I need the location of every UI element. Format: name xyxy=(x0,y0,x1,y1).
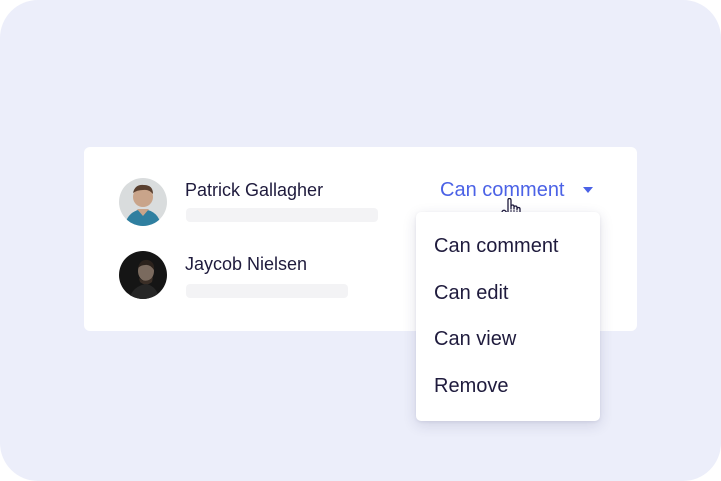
user-name: Jaycob Nielsen xyxy=(185,254,308,274)
user-name: Patrick Gallagher xyxy=(185,180,324,200)
menu-item-can-edit[interactable]: Can edit xyxy=(434,281,509,305)
avatar-jaycob xyxy=(119,251,167,299)
permission-menu: Can comment Can edit Can view Remove xyxy=(416,212,600,421)
menu-item-remove[interactable]: Remove xyxy=(434,374,508,398)
placeholder-bar xyxy=(186,284,348,298)
illustration-frame: Patrick Gallagher Jaycob Nielsen Can com… xyxy=(0,0,721,481)
placeholder-bar xyxy=(186,208,378,222)
menu-item-can-comment[interactable]: Can comment xyxy=(434,234,559,258)
avatar-patrick xyxy=(119,178,167,226)
caret-down-icon xyxy=(582,187,593,193)
menu-item-can-view[interactable]: Can view xyxy=(434,327,516,351)
